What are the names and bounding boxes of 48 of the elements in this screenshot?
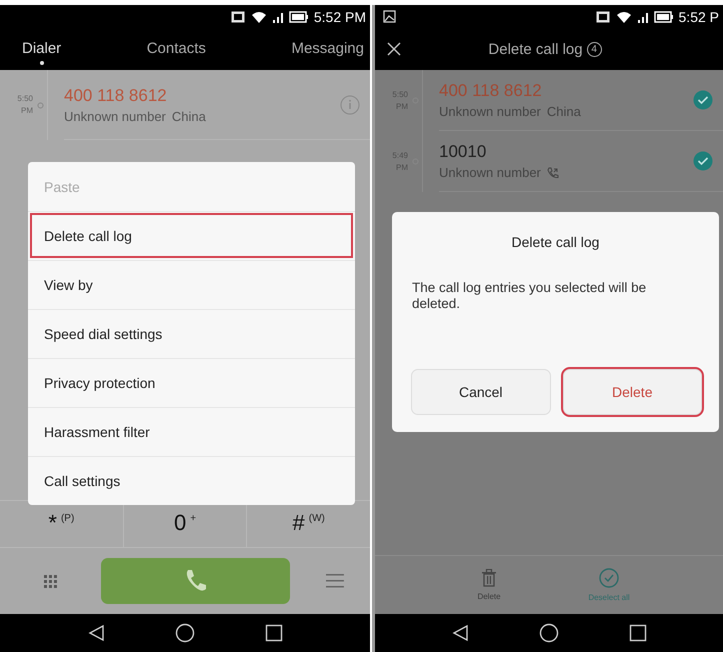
selected-count-badge: 4 (586, 42, 602, 56)
menu-item[interactable]: Speed dial settings (28, 309, 355, 358)
menu-item[interactable]: View by (28, 260, 355, 309)
active-tab-dot (40, 60, 44, 64)
dialog-button[interactable]: Cancel (411, 369, 550, 415)
call-period: PM (21, 105, 33, 117)
check-circle-icon (599, 568, 619, 588)
wifi-icon (616, 10, 632, 23)
menu-item[interactable]: Privacy protection (28, 358, 355, 407)
recents-icon[interactable] (628, 624, 646, 642)
checkbox-icon[interactable] (693, 151, 713, 171)
menu-item[interactable]: Delete call log (28, 211, 355, 260)
back-icon[interactable] (452, 624, 468, 642)
status-time: 5:52 P (678, 8, 719, 24)
call-location: China (172, 108, 206, 124)
signal-icon (638, 10, 648, 22)
battery-icon (288, 10, 308, 22)
phone-number: 10010 (439, 142, 488, 162)
image-icon (383, 10, 396, 23)
tab[interactable]: Messaging (291, 28, 364, 70)
call-time: 5:50 (17, 93, 33, 105)
battery-icon (654, 10, 673, 22)
number-label: Unknown number (439, 165, 541, 180)
status-time: 5:52 PM (314, 8, 366, 24)
phone-number: 400 118 8612 (439, 81, 543, 101)
menu-item[interactable]: Call settings (28, 456, 355, 505)
home-icon[interactable] (538, 623, 558, 643)
dialpad-icon[interactable] (44, 574, 57, 588)
timeline-dot-icon (37, 102, 44, 108)
close-icon[interactable] (387, 42, 401, 56)
tab[interactable]: Contacts (146, 28, 206, 70)
back-icon[interactable] (88, 624, 104, 642)
number-label: Unknown number (64, 108, 166, 124)
trash-icon (481, 569, 497, 587)
phone-number: 400 118 8612 (64, 86, 168, 106)
dialog-message: The call log entries you selected will be deleted. (412, 280, 648, 312)
wifi-icon (250, 10, 267, 23)
menu-item[interactable]: Harassment filter (28, 407, 355, 456)
number-label: Unknown number (439, 104, 541, 119)
home-icon[interactable] (174, 623, 194, 643)
header-title: Delete call log (488, 40, 583, 58)
dialog-title: Delete call log (510, 234, 600, 250)
call-location: China (546, 104, 581, 119)
recents-icon[interactable] (264, 624, 282, 642)
signal-icon (272, 10, 283, 22)
dialog-button[interactable]: Delete (562, 369, 702, 415)
tab[interactable]: Dialer (22, 28, 62, 70)
checkbox-icon[interactable] (693, 90, 713, 110)
